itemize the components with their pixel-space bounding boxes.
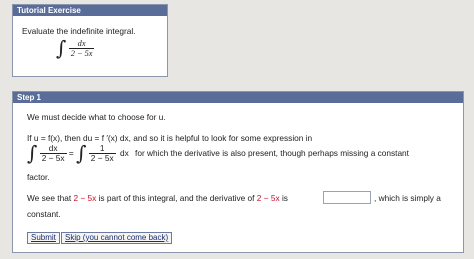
equals-sign: = [68,148,74,158]
lhs-fraction: dx 2 − 5x [39,143,67,163]
step-line2: If u = f(x), then du = f ′(x) dx, and so… [27,133,313,143]
rhs-denominator: 2 − 5x [90,152,114,163]
line4-suffix: , which is simply a [374,193,441,203]
line4-end: constant. [27,209,61,219]
rhs-numerator: 1 [88,143,116,154]
expr-highlight-1: 2 − 5x [73,193,97,203]
integral-fraction: dx 2 − 5x [68,39,95,58]
skip-button[interactable]: Skip (you cannot come back) [61,232,173,244]
tutorial-header: Tutorial Exercise [13,5,167,16]
line4-middle: is part of this integral, and the deriva… [98,193,255,203]
lhs-denominator: 2 − 5x [41,152,65,163]
tutorial-integral: ∫ dx 2 − 5x [56,36,95,60]
submit-button[interactable]: Submit [27,232,60,244]
rhs-fraction: 1 2 − 5x [88,143,116,163]
expr-highlight-2: 2 − 5x [256,193,280,203]
equation-suffix: for which the derivative is also present… [135,148,409,158]
derivative-answer-input[interactable] [323,191,371,204]
line4-is: is [281,193,288,203]
step-line1: We must decide what to choose for u. [27,112,166,122]
lhs-numerator: dx [39,143,67,154]
step-line4: We see that 2 − 5x is part of this integ… [27,193,288,203]
integral-numerator: dx [68,39,95,49]
integral-sign-left: ∫ [27,141,38,165]
line4-prefix: We see that [27,193,72,203]
step-header: Step 1 [13,92,463,103]
rhs-dx: dx [119,148,129,158]
tutorial-prompt: Evaluate the indefinite integral. [22,26,136,36]
integral-sign-right: ∫ [76,141,87,165]
integral-sign: ∫ [56,36,67,60]
step-equation: ∫ dx 2 − 5x = ∫ 1 2 − 5x dx for which th… [27,143,409,163]
integral-denominator: 2 − 5x [70,48,93,58]
step-line3: factor. [27,172,50,182]
